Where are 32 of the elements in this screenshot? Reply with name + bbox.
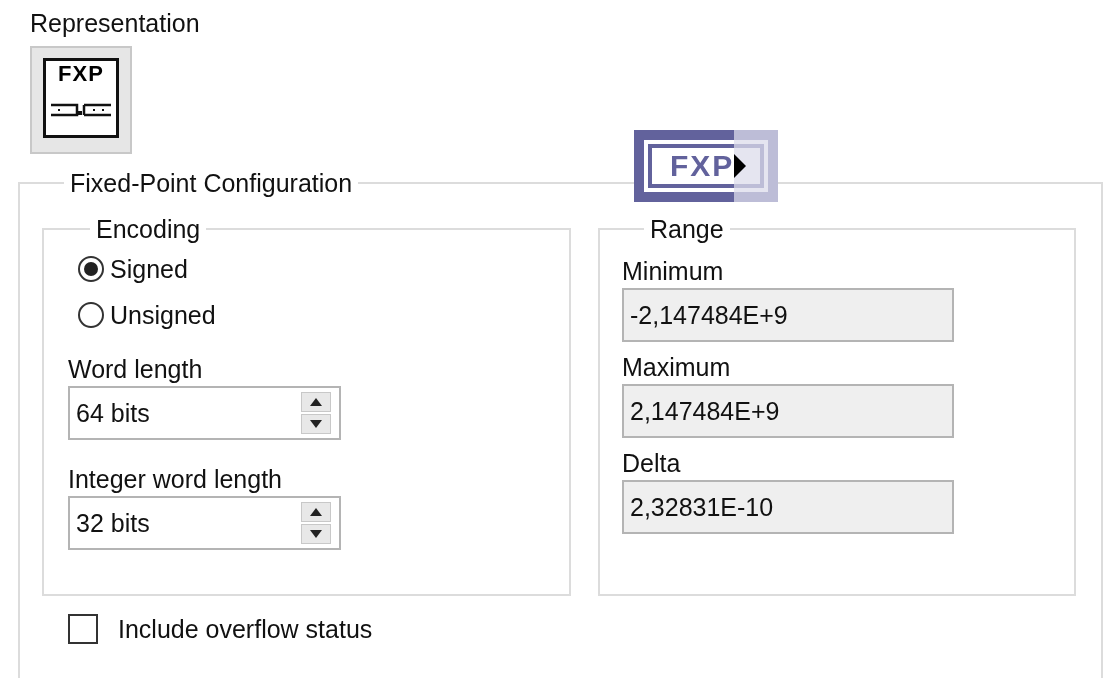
- readonly-field: 2,147484E+9: [622, 384, 954, 438]
- numeric-field[interactable]: 32 bits: [68, 496, 341, 550]
- readonly-field: -2,147484E+9: [622, 288, 954, 342]
- radio-label[interactable]: Signed: [110, 254, 188, 284]
- group-title: Fixed-Point Configuration: [69, 168, 354, 198]
- radio-button[interactable]: [78, 256, 104, 282]
- group-title: Encoding: [95, 214, 202, 244]
- checkbox[interactable]: [68, 614, 98, 644]
- increment-button[interactable]: [301, 502, 331, 522]
- field-label: Integer word length: [68, 464, 283, 494]
- representation-button[interactable]: FXP: [30, 46, 132, 154]
- up-arrow-icon: [310, 398, 322, 406]
- section-label: Representation: [30, 8, 200, 38]
- right-arrow-icon: [734, 154, 746, 178]
- down-arrow-icon: [310, 530, 322, 538]
- readonly-field: 2,32831E-10: [622, 480, 954, 534]
- checkbox-label[interactable]: Include overflow status: [118, 614, 373, 644]
- field-label: Maximum: [622, 352, 731, 382]
- up-arrow-icon: [310, 508, 322, 516]
- decrement-button[interactable]: [301, 524, 331, 544]
- radio-button[interactable]: [78, 302, 104, 328]
- indicator-text: FXP: [670, 149, 735, 183]
- radio-label[interactable]: Unsigned: [110, 300, 216, 330]
- numeric-field[interactable]: 64 bits: [68, 386, 341, 440]
- group-title: Range: [649, 214, 725, 244]
- down-arrow-icon: [310, 420, 322, 428]
- field-label: Minimum: [622, 256, 724, 286]
- fixed-point-icon: [50, 103, 112, 117]
- field-label: Word length: [68, 354, 203, 384]
- field-label: Delta: [622, 448, 681, 478]
- increment-button[interactable]: [301, 392, 331, 412]
- decrement-button[interactable]: [301, 414, 331, 434]
